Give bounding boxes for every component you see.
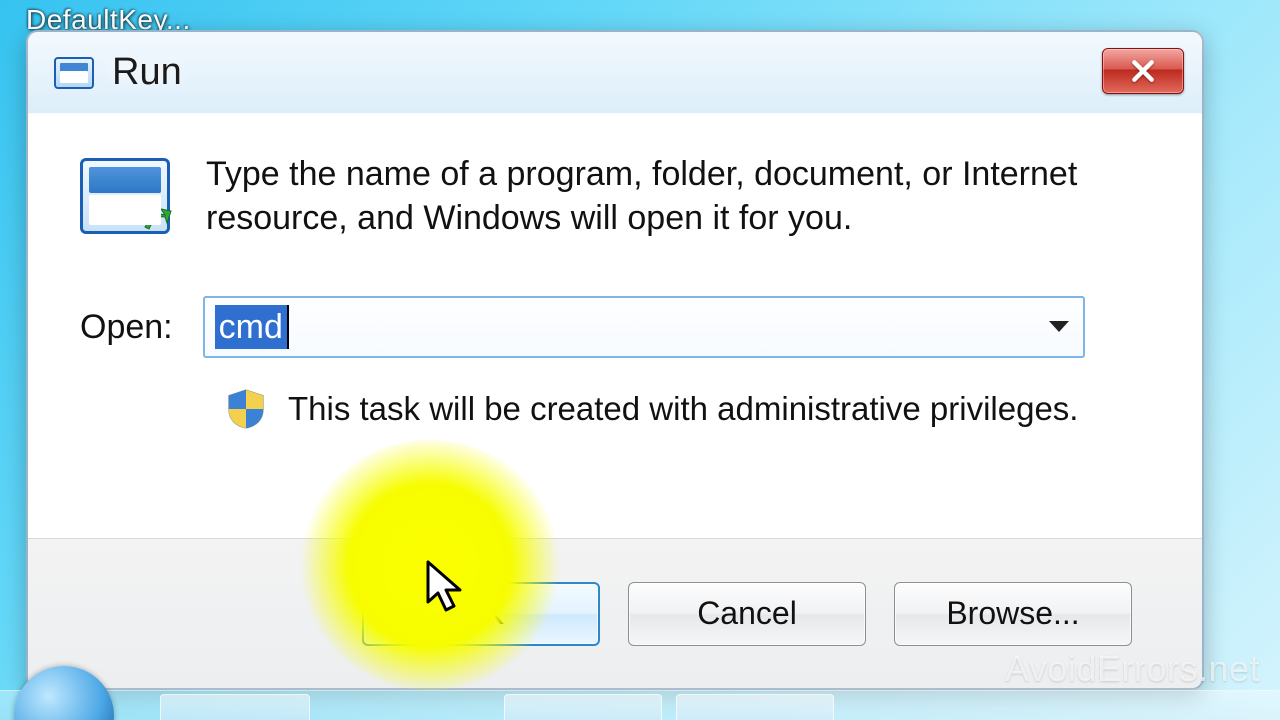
open-input-value: cmd	[215, 305, 287, 349]
taskbar[interactable]	[0, 690, 1280, 720]
close-icon	[1130, 58, 1156, 84]
dialog-description: Type the name of a program, folder, docu…	[206, 152, 1106, 240]
browse-button[interactable]: Browse...	[894, 582, 1132, 646]
run-program-icon	[54, 56, 94, 90]
run-large-icon	[80, 158, 170, 234]
titlebar[interactable]: Run	[28, 32, 1202, 114]
ok-button[interactable]: OK	[362, 582, 600, 646]
open-combobox[interactable]: cmd	[203, 296, 1085, 358]
run-dialog: Run Type the name of a program, folder, …	[26, 30, 1204, 690]
dialog-footer: OK Cancel Browse...	[28, 538, 1202, 688]
admin-privileges-note: This task will be created with administr…	[288, 390, 1078, 428]
cancel-button[interactable]: Cancel	[628, 582, 866, 646]
taskbar-button-1[interactable]	[160, 694, 310, 720]
open-dropdown-button[interactable]	[1035, 298, 1083, 356]
uac-shield-icon	[226, 388, 266, 430]
close-button[interactable]	[1102, 48, 1184, 94]
open-label: Open:	[80, 308, 173, 347]
open-input[interactable]: cmd	[205, 298, 1035, 356]
taskbar-button-3[interactable]	[676, 694, 834, 720]
run-arrow-icon	[141, 201, 173, 233]
taskbar-button-2[interactable]	[504, 694, 662, 720]
dialog-body: Type the name of a program, folder, docu…	[28, 114, 1202, 538]
chevron-down-icon	[1048, 320, 1070, 334]
dialog-title: Run	[112, 51, 182, 94]
